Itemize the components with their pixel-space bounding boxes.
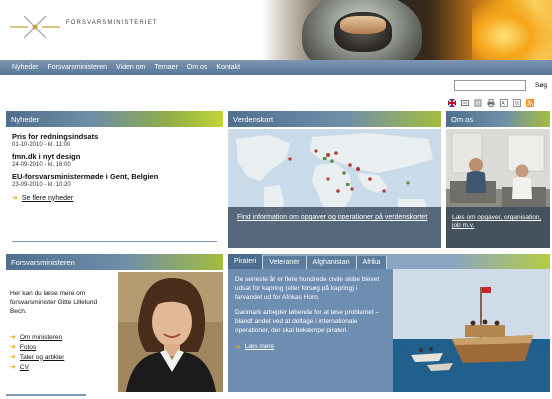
om-os-panel-title: Om os — [446, 111, 550, 128]
ministry-logo[interactable] — [6, 12, 64, 42]
minister-link-fotos[interactable]: Fotos — [20, 344, 36, 351]
arrow-right-icon: ➔ — [10, 344, 16, 351]
site-header: FORSVARSMINISTERIET — [0, 0, 552, 60]
audio-icon[interactable] — [474, 99, 482, 107]
tab-afrika[interactable]: Afrika — [356, 256, 388, 269]
tab-more-link[interactable]: Læs mere — [245, 343, 274, 352]
worldmap-caption: Find information om opgaver og operation… — [228, 207, 441, 248]
fire-glow — [472, 0, 552, 60]
minister-panel-divider — [6, 394, 86, 396]
tab-veteraner[interactable]: Veteraner — [263, 256, 307, 269]
nav-item-forsvarsministeren[interactable]: Forsvarsministeren — [47, 64, 107, 71]
nav-item-viden-om[interactable]: Viden om — [116, 64, 145, 71]
tabs-accent-bar — [454, 254, 550, 269]
main-navigation: Nyheder Forsvarsministeren Viden om Tema… — [0, 60, 552, 75]
arrow-right-icon: ➔ — [10, 364, 16, 371]
news-more-link[interactable]: Se flere nyheder — [22, 195, 73, 202]
header-banner-image — [262, 0, 552, 60]
arrow-right-icon: ➔ — [12, 195, 18, 202]
minister-link-item: ➔ CV — [10, 363, 114, 372]
minister-link-cv[interactable]: CV — [20, 364, 29, 371]
print-icon[interactable] — [487, 98, 495, 107]
news-panel: Nyheder Pris for redningsindsats 01-10-2… — [6, 111, 223, 248]
news-item-date: 24-09-2010 - kl. 16:00 — [12, 162, 71, 168]
worldmap-caption-link[interactable]: Find information om opgaver og operation… — [237, 214, 427, 221]
arrow-right-icon: ➔ — [10, 334, 16, 341]
nav-item-kontakt[interactable]: Kontakt — [216, 64, 240, 71]
sign-language-icon[interactable] — [461, 99, 469, 107]
tab-content: De seneste år er flere hundrede civile s… — [228, 269, 393, 392]
news-divider — [12, 241, 217, 242]
sitemap-icon[interactable] — [513, 98, 521, 107]
minister-link-item: ➔ Fotos — [10, 343, 114, 352]
minister-panel: Forsvarsministeren Her kan du læse mere … — [6, 254, 223, 392]
minister-link-om-ministeren[interactable]: Om ministeren — [20, 334, 62, 341]
pirate-boat-photo — [393, 269, 550, 392]
news-item: EU-forsvarsministermøde i Gent, Belgien … — [12, 172, 223, 188]
minister-link-item: ➔ Taler og artikler — [10, 353, 114, 362]
minister-link-item: ➔ Om ministeren — [10, 333, 114, 342]
arrow-right-icon: ➔ — [10, 354, 16, 361]
minister-links: ➔ Om ministeren ➔ Fotos ➔ Taler og artik… — [10, 333, 114, 373]
search-button[interactable]: Søg — [531, 79, 551, 92]
arrow-right-icon: ➔ — [235, 343, 241, 351]
rss-icon[interactable] — [526, 98, 534, 107]
news-panel-title: Nyheder — [6, 111, 223, 128]
news-item: Pris for redningsindsats 01-10-2010 - kl… — [12, 132, 223, 148]
news-item-date: 01-10-2010 - kl. 11:00 — [12, 142, 71, 148]
utility-toolbar: A — [447, 98, 539, 107]
news-item-title[interactable]: fmn.dk i nyt design — [12, 152, 223, 161]
om-os-caption: Læs om opgaver, organisation, job m.v. — [446, 207, 550, 248]
nav-item-om-os[interactable]: Om os — [187, 64, 208, 71]
news-more-row: ➔ Se flere nyheder — [12, 194, 223, 203]
news-item-title[interactable]: EU-forsvarsministermøde i Gent, Belgien — [12, 172, 223, 181]
minister-link-taler[interactable]: Taler og artikler — [20, 354, 64, 361]
tab-paragraph: Danmark arbejder løbende for at løse pro… — [235, 309, 380, 334]
uk-flag-icon[interactable] — [447, 98, 457, 107]
news-item-date: 23-09-2010 - kl. 10:20 — [12, 182, 71, 188]
search-input[interactable] — [454, 80, 526, 91]
svg-text:A: A — [501, 101, 505, 107]
om-os-panel: Om os Læs om opgaver, organisation, job … — [446, 111, 550, 248]
om-os-caption-link[interactable]: Læs om opgaver, organisation, job m.v. — [452, 214, 541, 229]
text-size-icon[interactable]: A — [500, 98, 508, 107]
minister-intro: Her kan du læse mere om forsvarsminister… — [10, 290, 98, 315]
nav-item-temaer[interactable]: Temaer — [154, 64, 177, 71]
minister-panel-title: Forsvarsministeren — [6, 254, 223, 271]
tab-more-row: ➔ Læs mere — [235, 343, 386, 352]
worldmap-panel: Verdenskort Find information om opgaver … — [228, 111, 441, 248]
news-item: fmn.dk i nyt design 24-09-2010 - kl. 16:… — [12, 152, 223, 168]
firefighter-visor — [340, 16, 386, 34]
tab-pirateri[interactable]: Pirateri — [228, 254, 264, 269]
news-item-title[interactable]: Pris for redningsindsats — [12, 132, 223, 141]
ministry-name: FORSVARSMINISTERIET — [66, 20, 158, 26]
tab-afghanistan[interactable]: Afghanistan — [306, 256, 357, 269]
minister-portrait — [118, 272, 223, 392]
worldmap-panel-title: Verdenskort — [228, 111, 441, 128]
topics-tablist: Pirateri Veteraner Afghanistan Afrika — [228, 254, 550, 269]
topics-tabs-panel: Pirateri Veteraner Afghanistan Afrika De… — [228, 254, 550, 392]
tab-paragraph: De seneste år er flere hundrede civile s… — [235, 276, 380, 301]
nav-item-nyheder[interactable]: Nyheder — [12, 64, 38, 71]
